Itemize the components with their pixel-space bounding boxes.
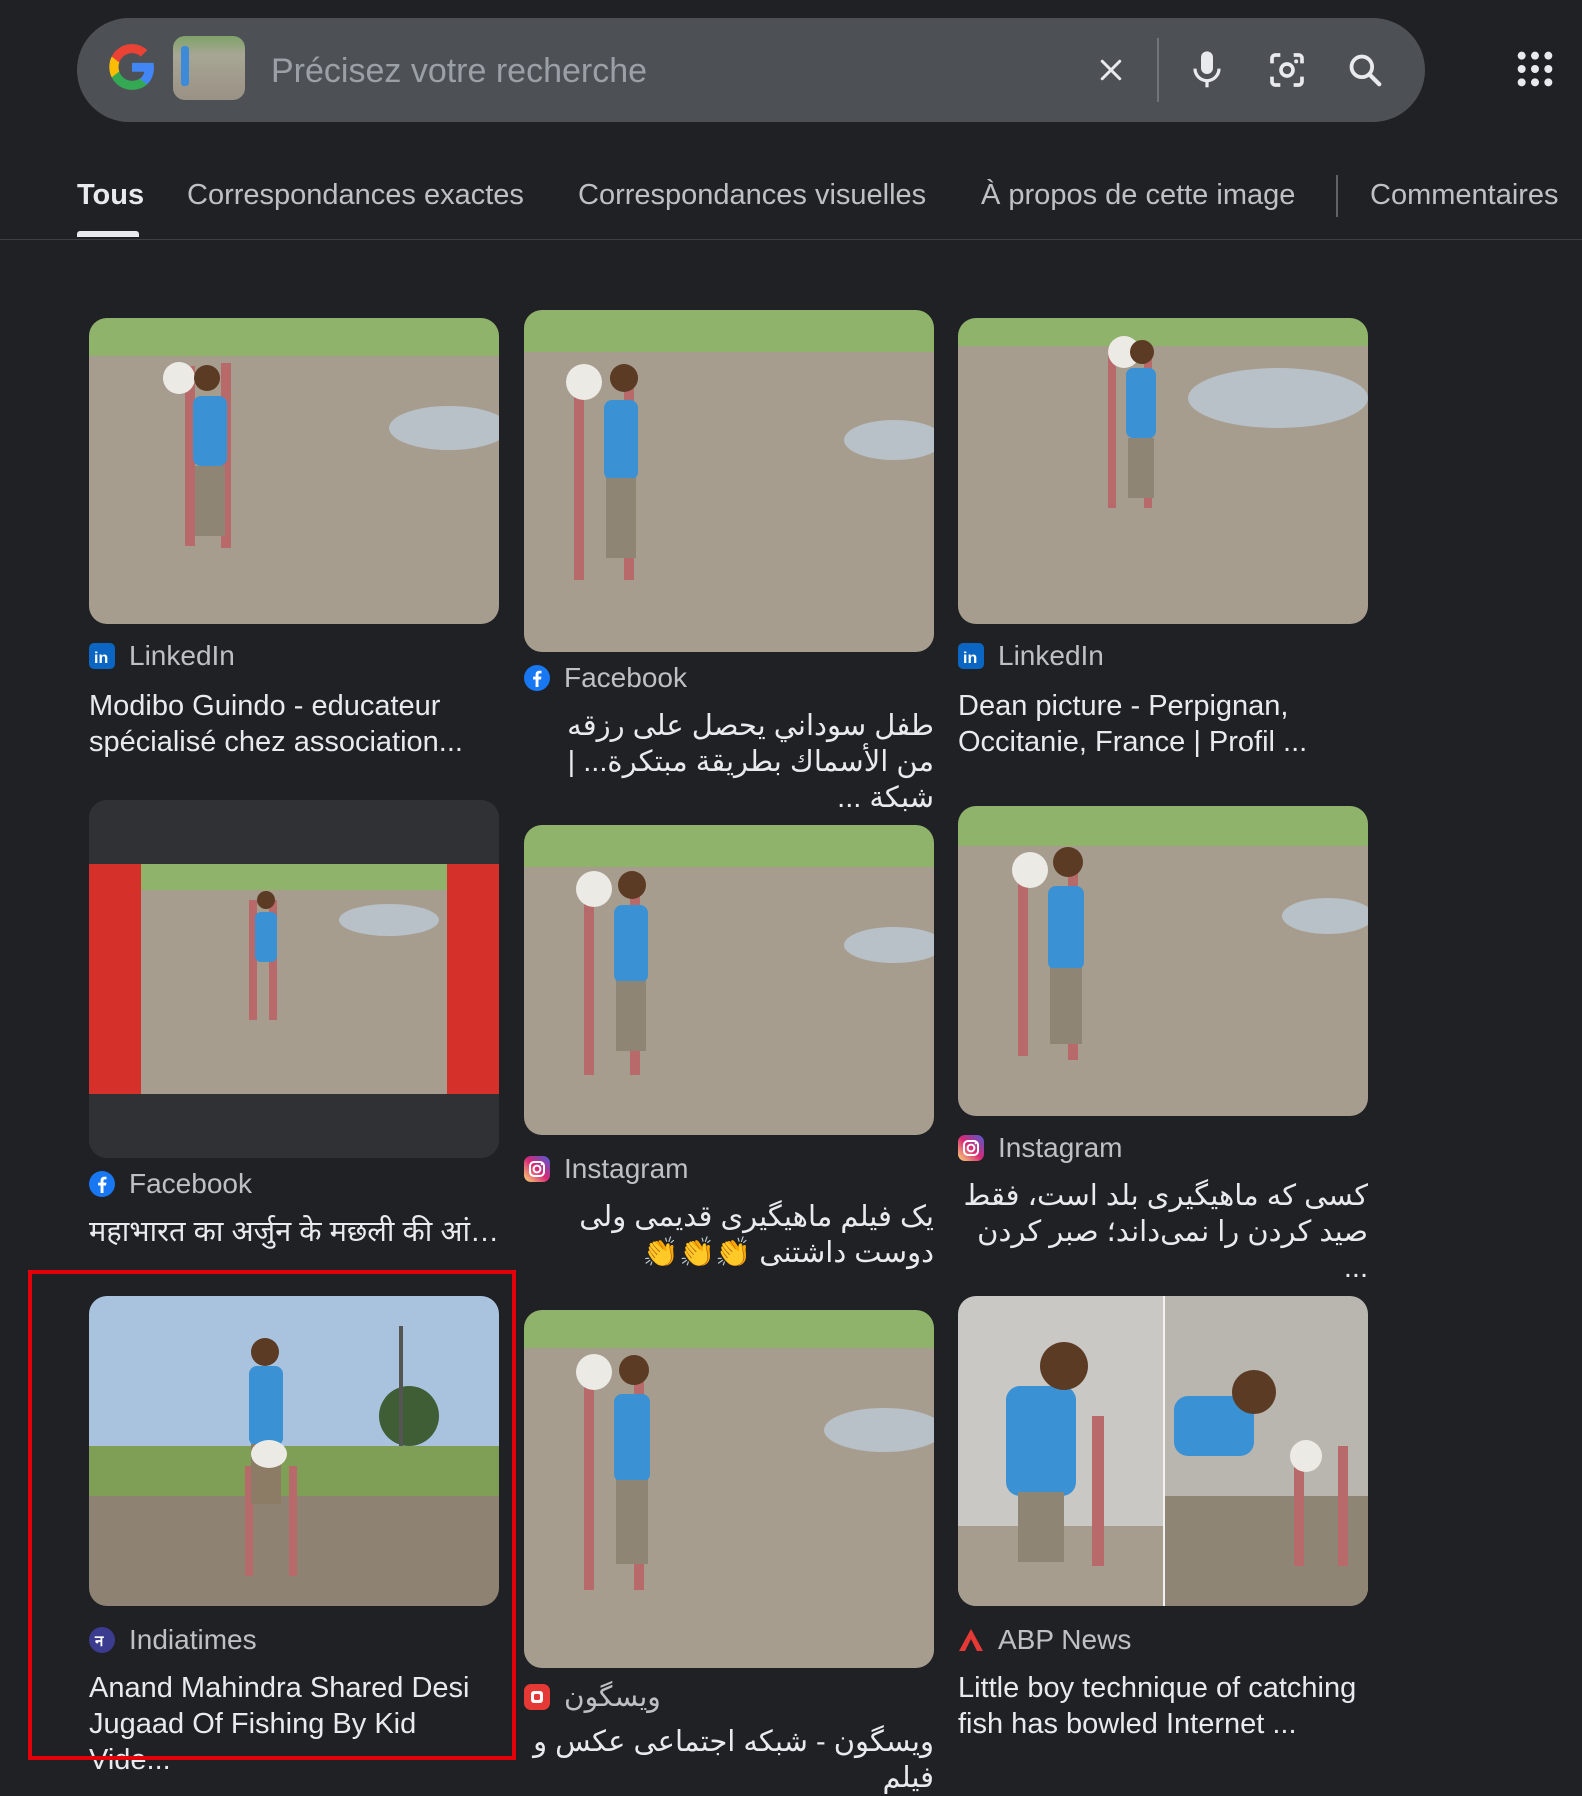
result-title[interactable]: Little boy technique of catching fish ha… [958,1670,1368,1742]
tab-commentaires[interactable]: Commentaires [1370,179,1559,212]
result-image[interactable] [958,318,1368,624]
result-source[interactable]: ویسگون [524,1680,661,1713]
result-source[interactable]: ABP News [958,1624,1131,1656]
tab-correspondances-exactes[interactable]: Correspondances exactes [187,179,524,212]
result-title[interactable]: ویسگون - شبکه اجتماعی عکس و فیلم [524,1724,934,1796]
source-name: LinkedIn [129,640,235,671]
instagram-icon [524,1156,550,1182]
result-title[interactable]: महाभारत का अर्जुन के मछली की आंख ... [89,1214,499,1250]
source-name: Facebook [129,1168,252,1199]
abp-icon [958,1627,984,1653]
result-title[interactable]: Dean picture - Perpignan, Occitanie, Fra… [958,688,1368,760]
result-image[interactable] [524,825,934,1135]
search-divider [1157,38,1159,102]
instagram-icon [958,1135,984,1161]
result-source[interactable]: Instagram [524,1153,689,1185]
tab-correspondances-visuelles[interactable]: Correspondances visuelles [578,179,926,212]
tab-tous[interactable]: Tous [77,179,144,212]
highlight-box [28,1270,516,1760]
source-name: Facebook [564,662,687,693]
result-image[interactable] [958,1296,1368,1606]
lens-camera-icon[interactable] [1265,48,1309,92]
source-name: LinkedIn [998,640,1104,671]
linkedin-icon: in [958,643,984,669]
source-name: ABP News [998,1624,1132,1655]
result-image[interactable] [524,310,934,652]
result-source[interactable]: Facebook [524,662,687,694]
tab-a-propos[interactable]: À propos de cette image [981,179,1295,212]
result-image[interactable] [89,318,499,624]
active-tab-indicator [77,231,139,237]
result-image[interactable] [89,800,499,1158]
result-source[interactable]: Instagram [958,1132,1123,1164]
svg-text:in: in [963,650,977,667]
linkedin-icon: in [89,643,115,669]
result-title[interactable]: کسی که ماهیگیری بلد است، فقط صید کردن را… [958,1178,1368,1286]
result-title[interactable]: یک فیلم ماهیگیری قدیمی ولی دوست داشتنی 👏… [524,1199,934,1271]
result-title[interactable]: طفل سوداني يحصل على رزقه من الأسماك بطري… [524,708,934,816]
apps-grid-icon[interactable] [1515,49,1555,89]
microphone-icon[interactable] [1185,48,1229,92]
query-image-thumbnail[interactable] [173,36,245,100]
result-source[interactable]: in LinkedIn [958,640,1104,672]
search-bar [77,18,1425,122]
result-title[interactable]: Modibo Guindo - educateur spécialisé che… [89,688,499,760]
result-source[interactable]: in LinkedIn [89,640,235,672]
source-name: Instagram [564,1153,689,1184]
facebook-icon [524,665,550,691]
search-icon[interactable] [1343,48,1387,92]
source-name: Instagram [998,1132,1123,1163]
wisgoon-icon [524,1683,550,1710]
result-image[interactable] [958,806,1368,1116]
result-image[interactable] [524,1310,934,1668]
result-source[interactable]: Facebook [89,1168,252,1200]
tab-separator [1336,175,1338,217]
search-input[interactable] [269,48,1033,94]
svg-text:in: in [94,650,108,667]
google-logo-icon[interactable] [107,42,157,92]
tab-bar: Tous Correspondances exactes Corresponda… [0,165,1582,240]
facebook-icon [89,1171,115,1197]
clear-icon[interactable] [1089,48,1133,92]
source-name: ویسگون [564,1681,661,1712]
